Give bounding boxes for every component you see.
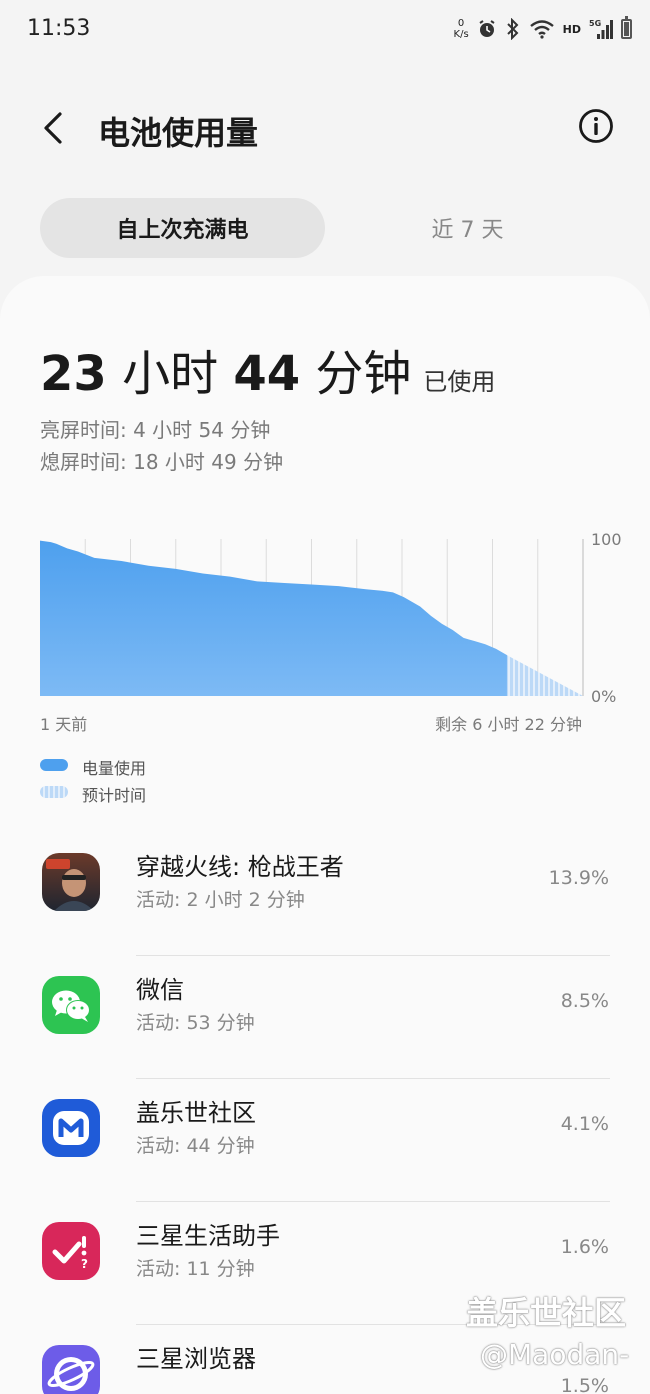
usage-suffix: 已使用 [423,368,496,396]
legend-label-estimate: 预计时间 [82,786,147,805]
watermark-user: @Maodan- [480,1338,630,1371]
app-name: 三星浏览器 [136,1345,256,1373]
info-icon[interactable] [578,108,614,144]
battery-chart-svg [40,539,584,696]
alarm-icon [479,20,495,37]
app-percent: 1.5% [560,1375,609,1394]
y-axis-min-label: 0% [591,687,617,706]
app-percent: 4.1% [560,1113,609,1135]
usage-minutes-unit: 分钟 [315,346,412,402]
app-active-time: 活动: 53 分钟 [136,1012,255,1034]
screen-off-time: 熄屏时间: 18 小时 49 分钟 [40,450,284,474]
tab-since-full-charge[interactable]: 自上次充满电 [40,198,325,258]
usage-hours-unit: 小时 [122,346,219,402]
network-type: 5G [589,19,601,28]
wifi-icon [529,20,554,39]
net-speed-value: 0 [457,18,465,29]
app-name: 盖乐世社区 [136,1099,256,1127]
life-assistant-icon: ? [42,1222,100,1280]
app-row[interactable]: 盖乐世社区 活动: 44 分钟 4.1% [0,1079,650,1202]
app-row[interactable]: 穿越火线: 枪战王者 活动: 2 小时 2 分钟 13.9% [0,833,650,956]
legend-swatch-estimate [40,786,68,798]
usage-minutes: 44 [233,346,301,402]
usage-summary: 23 小时 44 分钟 已使用 [40,334,495,404]
chart-series-estimate-area [506,655,583,696]
battery-chart [0,525,650,725]
app-percent: 13.9% [548,867,609,889]
browser-icon [42,1345,100,1394]
watermark-brand: 盖乐世社区 [466,1294,627,1332]
app-row[interactable]: 微信 活动: 53 分钟 8.5% [0,956,650,1079]
app-name: 穿越火线: 枪战王者 [136,853,344,881]
app-percent: 1.6% [560,1236,609,1258]
wechat-icon [42,976,100,1034]
bluetooth-icon [506,18,519,40]
app-active-time: 活动: 2 小时 2 分钟 [136,889,305,911]
period-tabs: 自上次充满电 近 7 天 [40,198,610,258]
status-bar: 11:53 0 K/s HD 5G [0,0,650,60]
status-icons: 0 K/s HD 5G [454,16,632,42]
signal-icon: 5G [589,19,613,39]
screen-on-time: 亮屏时间: 4 小时 54 分钟 [40,418,271,442]
back-icon[interactable] [34,108,74,148]
status-time: 11:53 [27,16,91,41]
svg-text:?: ? [81,1257,88,1271]
header: 电池使用量 [0,90,650,170]
page-title: 电池使用量 [98,114,259,152]
app-name: 微信 [136,976,184,1004]
legend-swatch-usage [40,759,68,771]
chart-series-usage-area [40,540,507,696]
usage-hours: 23 [40,346,107,402]
legend-label-usage: 电量使用 [82,759,147,778]
app-percent: 8.5% [560,990,609,1012]
usage-total: 23 小时 44 分钟 [40,334,411,404]
app-name: 三星生活助手 [136,1222,280,1250]
hd-indicator: HD [562,22,581,36]
x-axis-end-label: 剩余 6 小时 22 分钟 [435,715,582,734]
app-active-time: 活动: 44 分钟 [136,1135,255,1157]
net-speed-unit: K/s [453,29,469,40]
x-axis-start-label: 1 天前 [40,715,88,734]
game-icon [42,853,100,911]
net-speed: 0 K/s [454,18,469,40]
battery-icon [621,16,632,39]
members-icon [42,1099,100,1157]
tab-last-7-days[interactable]: 近 7 天 [325,198,610,258]
y-axis-max-label: 100 [591,530,622,549]
app-active-time: 活动: 11 分钟 [136,1258,255,1280]
